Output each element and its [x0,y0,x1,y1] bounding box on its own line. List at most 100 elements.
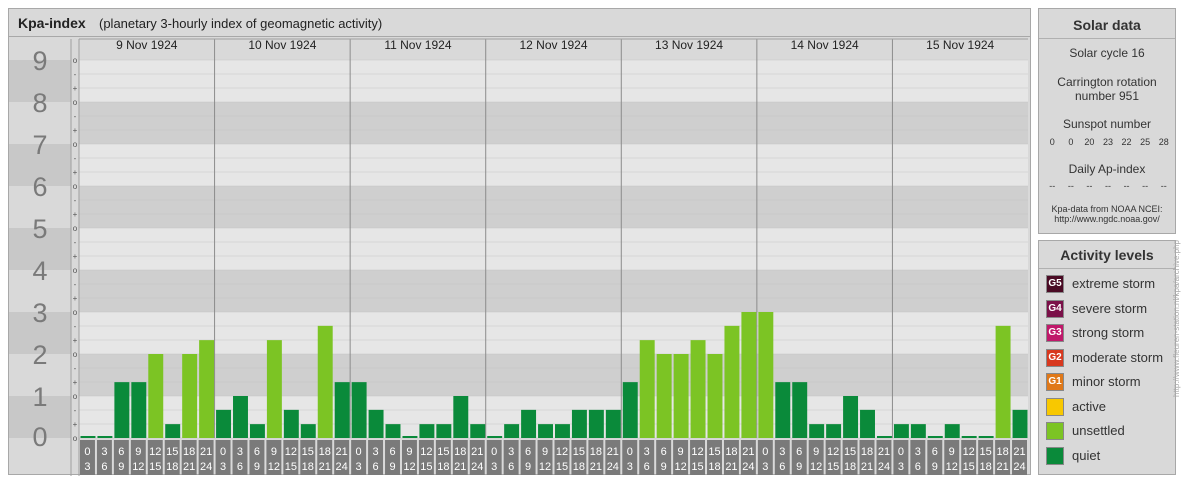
interval-start-label: 9 [678,446,684,458]
kp-bar [1012,409,1028,438]
y-subtick-label: - [74,322,77,331]
y-subtick-label: + [73,336,78,345]
ap-value: -- [1086,181,1093,191]
interval-end-label: 15 [285,461,297,473]
y-subtick-label: o [73,350,78,359]
y-tick-label: 6 [32,172,47,202]
kp-bar [351,382,367,438]
y-tick-label: 3 [32,298,47,328]
interval-end-label: 6 [644,461,650,473]
day-label: 11 Nov 1924 [384,38,451,52]
activity-level-swatch [1046,446,1064,465]
y-subtick-label: o [73,392,78,401]
activity-level-label: unsettled [1072,423,1125,438]
interval-end-label: 18 [980,461,992,473]
level-band [79,186,1028,228]
interval-end-label: 21 [590,461,602,473]
kp-bar [470,424,486,438]
kp-bar [385,424,401,438]
kp-bar [300,424,316,438]
interval-start-label: 12 [420,446,432,458]
interval-start-label: 12 [149,446,161,458]
interval-start-label: 15 [980,446,992,458]
y-subtick-label: - [74,154,77,163]
interval-start-label: 6 [254,446,260,458]
interval-start-label: 3 [508,446,514,458]
interval-end-label: 9 [932,461,938,473]
y-tick-label: 8 [32,88,47,118]
kp-bar [809,424,825,438]
activity-level-swatch: G3 [1046,324,1064,342]
interval-start-label: 12 [827,446,839,458]
interval-end-label: 24 [742,461,754,473]
interval-end-label: 18 [708,461,720,473]
kp-bar [571,409,587,438]
interval-start-label: 0 [898,446,904,458]
level-band [79,60,1028,102]
interval-end-label: 24 [471,461,483,473]
interval-start-label: 12 [963,446,975,458]
interval-start-label: 3 [373,446,379,458]
ap-values: -- -- -- -- -- -- -- [1043,181,1173,193]
kp-bar [114,382,130,438]
interval-start-label: 15 [708,446,720,458]
kp-bar [927,436,943,438]
day-label: 14 Nov 1924 [791,38,859,52]
kp-bar [453,396,469,438]
interval-start-label: 6 [389,446,395,458]
kp-bar [588,409,604,438]
interval-end-label: 15 [556,461,568,473]
interval-end-label: 18 [573,461,585,473]
interval-start-label: 6 [525,446,531,458]
interval-end-label: 21 [996,461,1008,473]
interval-end-label: 3 [220,461,226,473]
interval-end-label: 21 [454,461,466,473]
interval-start-label: 9 [949,446,955,458]
kp-bar [436,424,452,438]
interval-end-label: 6 [373,461,379,473]
kp-bar [233,396,248,438]
activity-level-label: active [1072,398,1106,414]
interval-end-label: 9 [389,461,395,473]
interval-start-label: 3 [915,446,921,458]
sunspot-title: Sunspot number [1062,117,1152,131]
interval-end-label: 12 [946,461,958,473]
y-subtick-label: o [73,224,78,233]
y-subtick-label: + [73,294,78,303]
watermark-url: http://www.fleuren-station.nl/kpa/archiv… [1172,240,1181,397]
source-url: http://www.ngdc.noaa.gov/ [1054,214,1160,224]
ap-value: -- [1142,181,1149,191]
day-label: 9 Nov 1924 [116,38,178,52]
interval-start-label: 3 [101,446,107,458]
interval-end-label: 15 [827,461,839,473]
y-tick-label: 9 [32,46,47,76]
interval-end-label: 15 [691,461,703,473]
kp-bar [80,436,96,438]
interval-end-label: 21 [319,461,331,473]
carrington-number: number 951 [1074,89,1140,103]
solar-cycle: Solar cycle 16 [1069,46,1145,60]
level-band [79,144,1028,186]
interval-end-label: 9 [661,461,667,473]
activity-level-label: extreme storm [1072,276,1156,291]
level-band [79,312,1028,354]
interval-end-label: 6 [237,461,243,473]
carrington-label: Carrington rotation [1057,75,1157,89]
interval-end-label: 9 [525,461,531,473]
activity-level-label: quiet [1072,447,1101,463]
kp-bar [978,436,994,438]
interval-start-label: 12 [691,446,703,458]
sunspot-value: 28 [1158,137,1169,147]
y-subtick-label: o [73,266,78,275]
interval-end-label: 6 [915,461,921,473]
day-label: 15 Nov 1924 [926,38,994,52]
kp-bar [504,424,520,438]
kp-bar [690,340,706,438]
kp-bar [639,340,655,438]
interval-start-label: 12 [285,446,297,458]
interval-start-label: 18 [996,446,1008,458]
activity-level-swatch: G2 [1046,348,1064,367]
sunspot-value: 23 [1102,137,1113,147]
interval-start-label: 21 [878,446,890,458]
interval-end-label: 15 [420,461,432,473]
